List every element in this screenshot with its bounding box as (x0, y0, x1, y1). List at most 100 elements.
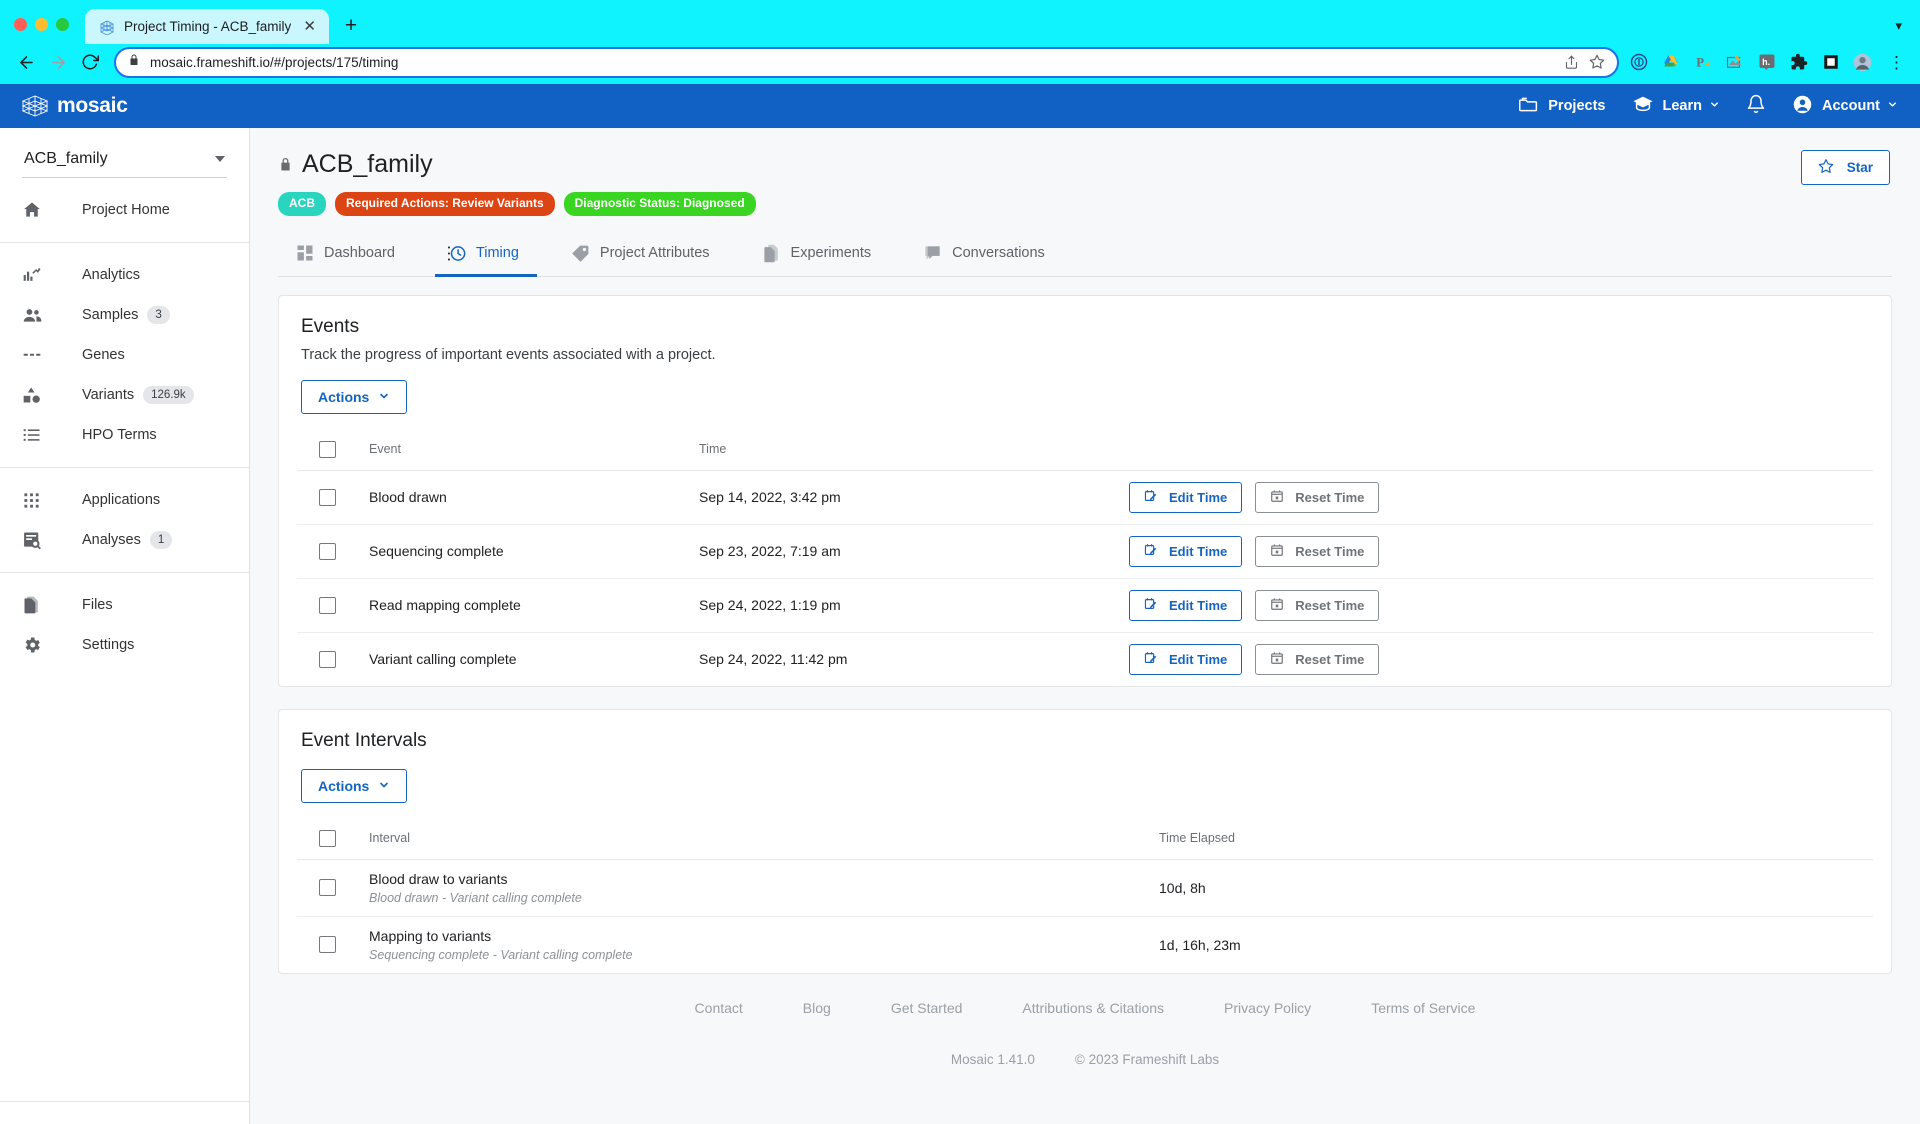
edit-time-label: Edit Time (1169, 489, 1228, 505)
app-shell: ACB_family Project Home Analytics Sample… (0, 128, 1920, 1124)
sidebar-collapse-button[interactable]: Collapse (0, 1101, 249, 1124)
row-checkbox[interactable] (319, 936, 336, 954)
grammarly-icon[interactable]: P (1693, 53, 1712, 72)
sidebar-item-project-home[interactable]: Project Home (0, 190, 249, 230)
intervals-actions-button[interactable]: Actions (301, 768, 408, 803)
square-icon[interactable] (1821, 53, 1840, 72)
sidebar-item-analytics[interactable]: Analytics (0, 255, 249, 295)
sidebar-item-genes[interactable]: Genes (0, 335, 249, 375)
address-bar[interactable]: mosaic.frameshift.io/#/projects/175/timi… (114, 46, 1619, 78)
tab-list-chevron-icon[interactable]: ▾ (1895, 18, 1902, 34)
puzzle-extensions-icon[interactable] (1789, 53, 1808, 72)
intervals-table-body: Blood draw to variants Blood drawn - Var… (297, 859, 1873, 973)
browser-menu-icon[interactable]: ⋮ (1885, 54, 1908, 71)
tag-icon (571, 244, 590, 263)
event-name-cell: Sequencing complete (361, 524, 691, 579)
row-checkbox[interactable] (319, 542, 336, 560)
row-checkbox[interactable] (319, 879, 336, 897)
project-selector-dropdown[interactable]: ACB_family (22, 150, 227, 178)
edit-time-button[interactable]: Edit Time (1129, 589, 1243, 621)
events-header-row: Event Time (297, 430, 1873, 471)
events-actions-button[interactable]: Actions (301, 379, 408, 414)
nav-item-notifications[interactable] (1746, 94, 1766, 118)
browser-extensions-bar: P h. ⋮ (1629, 53, 1910, 72)
intervals-col-interval: Interval (361, 819, 1151, 860)
sidebar-item-settings[interactable]: Settings (0, 625, 249, 665)
nav-item-projects[interactable]: Projects (1518, 94, 1606, 119)
profile-avatar-icon[interactable] (1853, 53, 1872, 72)
sidebar-item-variants[interactable]: Variants 126.9k (0, 375, 249, 415)
select-all-checkbox[interactable] (319, 440, 336, 458)
close-tab-button[interactable]: ✕ (300, 19, 319, 34)
back-icon[interactable] (10, 47, 42, 77)
table-row: Mapping to variants Sequencing complete … (297, 916, 1873, 973)
folder-icon (1518, 94, 1539, 119)
footer-link-privacy-policy[interactable]: Privacy Policy (1224, 1000, 1311, 1016)
project-badges: ACB Required Actions: Review Variants Di… (278, 192, 1892, 216)
reset-time-button[interactable]: Reset Time (1255, 643, 1380, 675)
chevron-down-icon (1887, 99, 1898, 113)
maximize-window-button[interactable] (56, 18, 69, 31)
edit-time-label: Edit Time (1169, 543, 1228, 559)
interval-elapsed-cell: 10d, 8h (1151, 859, 1873, 917)
sidebar-item-hpo-terms[interactable]: HPO Terms (0, 415, 249, 455)
intervals-title: Event Intervals (301, 729, 427, 751)
sidebar-item-files[interactable]: Files (0, 585, 249, 625)
row-checkbox[interactable] (319, 596, 336, 614)
edit-time-button[interactable]: Edit Time (1129, 535, 1243, 567)
tab-project-attributes[interactable]: Project Attributes (559, 234, 728, 277)
nav-item-account[interactable]: Account (1792, 94, 1898, 119)
tab-dashboard[interactable]: Dashboard (284, 234, 413, 277)
reset-time-button[interactable]: Reset Time (1255, 481, 1380, 513)
row-select-cell (297, 470, 361, 525)
row-checkbox[interactable] (319, 650, 336, 668)
reset-time-button[interactable]: Reset Time (1255, 535, 1380, 567)
tab-timing[interactable]: Timing (434, 234, 537, 277)
svg-text:h.: h. (1762, 57, 1770, 67)
browser-tab[interactable]: Project Timing - ACB_family ✕ (85, 9, 329, 44)
apps-grid-icon (22, 491, 48, 510)
close-window-button[interactable] (14, 18, 27, 31)
reset-time-button[interactable]: Reset Time (1255, 589, 1380, 621)
dashboard-grid-icon (296, 244, 314, 262)
tab-conversations[interactable]: Conversations (911, 234, 1063, 277)
sidebar-item-analyses[interactable]: Analyses 1 (0, 520, 249, 560)
sidebar-item-samples[interactable]: Samples 3 (0, 295, 249, 335)
footer-link-blog[interactable]: Blog (803, 1000, 831, 1016)
reload-icon[interactable] (74, 47, 106, 77)
mosaic-logo[interactable]: mosaic (22, 94, 128, 118)
nav-item-learn[interactable]: Learn (1632, 93, 1721, 119)
interval-name: Mapping to variants (369, 927, 492, 944)
events-select-all-header (297, 430, 361, 471)
row-checkbox[interactable] (319, 488, 336, 506)
calendar-reset-icon (1270, 489, 1284, 506)
paint-brush-icon[interactable] (1725, 53, 1744, 72)
intervals-select-all-header (297, 819, 361, 860)
edit-time-button[interactable]: Edit Time (1129, 643, 1243, 675)
share-icon[interactable] (1564, 55, 1579, 70)
tab-experiments[interactable]: Experiments (750, 234, 890, 277)
star-button[interactable]: Star (1800, 150, 1890, 185)
nav-label-account: Account (1822, 98, 1880, 114)
footer-link-contact[interactable]: Contact (695, 1000, 743, 1016)
bookmark-star-icon[interactable] (1589, 54, 1605, 70)
sidebar-item-applications[interactable]: Applications (0, 480, 249, 520)
new-tab-button[interactable]: + (345, 15, 357, 36)
row-select-cell (297, 578, 361, 633)
select-all-checkbox[interactable] (319, 829, 336, 847)
footer-meta: Mosaic 1.41.0 © 2023 Frameshift Labs (278, 1052, 1892, 1067)
documents-icon (762, 244, 781, 263)
reset-time-label: Reset Time (1295, 489, 1365, 505)
minimize-window-button[interactable] (35, 18, 48, 31)
tab-label: Experiments (790, 245, 872, 262)
1password-icon[interactable] (1629, 53, 1648, 72)
edit-time-button[interactable]: Edit Time (1129, 481, 1243, 513)
google-drive-icon[interactable] (1661, 53, 1680, 72)
chevron-down-icon (215, 156, 225, 162)
hypothesis-icon[interactable]: h. (1757, 53, 1776, 72)
forward-icon[interactable] (42, 47, 74, 77)
footer-link-attributions[interactable]: Attributions & Citations (1022, 1000, 1164, 1016)
footer-link-get-started[interactable]: Get Started (891, 1000, 963, 1016)
event-time-cell: Sep 23, 2022, 7:19 am (691, 524, 1121, 579)
footer-link-terms-of-service[interactable]: Terms of Service (1371, 1000, 1475, 1016)
